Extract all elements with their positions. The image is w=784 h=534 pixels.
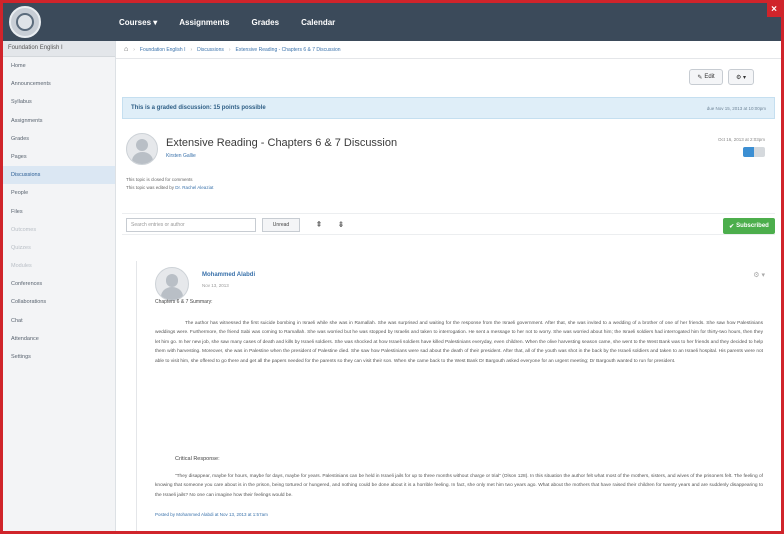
avatar[interactable] [155,267,189,301]
toggle-on-state [743,147,754,157]
breadcrumb-discussions[interactable]: Discussions [197,47,224,53]
sidebar-item-attendance[interactable]: Attendance [3,330,115,348]
topic-notes: This topic is closed for comments This t… [126,176,213,192]
settings-menu-button[interactable]: ⚙ ▾ [728,69,754,85]
posted-by[interactable]: Posted by Mohammed Alabdi at Nov 13, 201… [155,512,268,517]
sidebar-item-conferences[interactable]: Conferences [3,275,115,293]
edited-note: This topic was edited by Dr. Rachel Alea… [126,184,213,192]
breadcrumb-course[interactable]: Foundation English I [140,47,186,53]
editor-link[interactable]: Dr. Rachel Aleaziat [175,185,213,190]
sidebar-item-syllabus[interactable]: Syllabus [3,93,115,111]
breadcrumb-separator: › [190,46,193,53]
reply-author[interactable]: Mohammed Alabdi [202,272,255,278]
breadcrumb-separator: › [133,46,135,53]
reply-paragraph: “They disappear, maybe for hours, maybe … [155,474,763,498]
gear-icon[interactable]: ⚙ ▾ [753,271,765,279]
sidebar-item-chat[interactable]: Chat [3,312,115,330]
subscribed-label: Subscribed [736,223,769,229]
course-sidebar: Foundation English I Home Announcements … [3,41,116,531]
nav-courses[interactable]: Courses ▾ [119,18,157,27]
sidebar-item-modules[interactable]: Modules [3,257,115,275]
sidebar-item-quizzes[interactable]: Quizzes [3,239,115,257]
reply-date: Nov 13, 2013 [202,283,229,288]
topic-author[interactable]: Kirsten Gallie [166,153,196,159]
nav-calendar[interactable]: Calendar [301,18,335,27]
sidebar-item-announcements[interactable]: Announcements [3,75,115,93]
graded-notice: This is a graded discussion: 15 points p… [122,97,775,119]
home-icon[interactable]: ⌂ [124,46,128,53]
reply-entry: Mohammed Alabdi Nov 13, 2013 ⚙ ▾ Chapter… [136,261,775,531]
critical-response-heading: Critical Response: [175,456,220,462]
sidebar-item-people[interactable]: People [3,184,115,202]
subscribed-button[interactable]: ✔ Subscribed [723,218,775,234]
reply-paragraph: The author has witnessed the first suici… [155,321,763,364]
course-title[interactable]: Foundation English I [3,41,115,57]
close-icon[interactable]: × [767,3,781,17]
topic-date: Oct 16, 2013 at 2:03pm [717,137,765,142]
sidebar-item-discussions[interactable]: Discussions [3,166,115,185]
avatar[interactable] [126,133,158,165]
closed-note: This topic is closed for comments [126,177,193,182]
sidebar-item-outcomes[interactable]: Outcomes [3,221,115,239]
sidebar-item-grades[interactable]: Grades [3,130,115,148]
global-nav-bar: Courses ▾ Assignments Grades Calendar [3,3,781,41]
publish-toggle[interactable] [743,147,765,157]
breadcrumb: ⌂ › Foundation English I › Discussions ›… [116,41,781,59]
sidebar-item-pages[interactable]: Pages [3,148,115,166]
sidebar-item-settings[interactable]: Settings [3,348,115,366]
sidebar-item-home[interactable]: Home [3,57,115,75]
edit-button-label: Edit [704,74,715,80]
nav-assignments[interactable]: Assignments [179,18,229,27]
sidebar-item-assignments[interactable]: Assignments [3,112,115,130]
nav-grades[interactable]: Grades [251,18,279,27]
discussion-filter-bar: Search entries or author Unread ⇞ ⇟ ✔ Su… [122,213,775,235]
main-nav: Courses ▾ Assignments Grades Calendar [119,18,335,27]
gear-icon: ⚙ ▾ [735,74,747,81]
topic-header: Extensive Reading - Chapters 6 & 7 Discu… [126,133,775,173]
main-content: ⌂ › Foundation English I › Discussions ›… [116,41,781,531]
edit-button[interactable]: ✎ Edit [689,69,723,85]
unread-filter-button[interactable]: Unread [262,218,300,232]
edited-note-prefix: This topic was edited by [126,185,175,190]
sidebar-item-collaborations[interactable]: Collaborations [3,293,115,311]
graded-notice-text: This is a graded discussion: 15 points p… [131,105,266,111]
expand-replies-icon[interactable]: ⇟ [332,218,350,232]
search-input[interactable]: Search entries or author [126,218,256,232]
sidebar-item-files[interactable]: Files [3,203,115,221]
due-date: due Nov 15, 2013 at 10:00pm [706,105,766,111]
institution-logo[interactable] [9,6,41,38]
pencil-icon: ✎ [697,74,703,81]
page-title: Extensive Reading - Chapters 6 & 7 Discu… [166,137,398,149]
check-icon: ✔ [729,223,735,230]
breadcrumb-topic[interactable]: Extensive Reading - Chapters 6 & 7 Discu… [236,47,341,53]
breadcrumb-separator: › [228,46,231,53]
collapse-replies-icon[interactable]: ⇞ [310,218,328,232]
reply-subheading: Chapters 6 & 7 Summary: [155,299,213,305]
app-window: × Courses ▾ Assignments Grades Calendar … [0,0,784,534]
topic-toolbar: ✎ Edit ⚙ ▾ [116,59,781,93]
